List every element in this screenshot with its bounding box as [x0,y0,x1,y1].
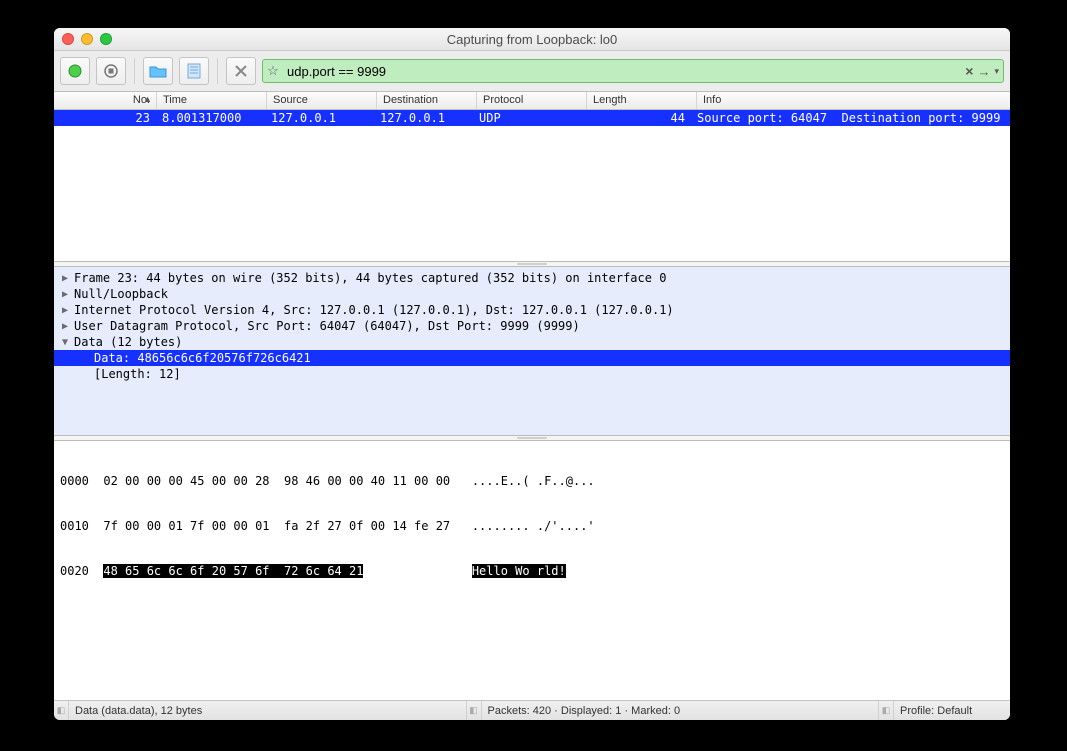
open-file-button[interactable] [143,57,173,85]
pane-splitter[interactable] [54,435,1010,441]
status-packet-counts: Packets: 420 · Displayed: 1 · Marked: 0 [482,705,879,717]
cell-no: 23 [54,111,156,125]
tree-item-data[interactable]: ▼Data (12 bytes) [54,334,1010,350]
window-title: Capturing from Loopback: lo0 [447,32,618,47]
toolbar-separator [217,58,218,84]
ascii-selection: rld! [537,564,566,578]
packet-row[interactable]: 23 8.001317000 127.0.0.1 127.0.0.1 UDP 4… [54,110,1010,126]
start-capture-button[interactable] [60,57,90,85]
clear-filter-icon[interactable]: × [965,63,973,79]
traffic-lights [62,33,112,45]
filter-dropdown-icon[interactable]: ▾ [994,66,999,77]
status-profile[interactable]: Profile: Default [894,705,1010,717]
expert-info-button[interactable]: ◧ [54,701,69,720]
zoom-window-button[interactable] [100,33,112,45]
cell-dst: 127.0.0.1 [374,111,473,125]
main-toolbar: ☆ × → ▾ [54,51,1010,92]
column-no[interactable]: No.▲ [54,92,157,109]
cell-info: Source port: 64047 Destination port: 999… [691,111,1010,125]
minimize-window-button[interactable] [81,33,93,45]
display-filter[interactable]: ☆ × → ▾ [262,59,1004,83]
column-source[interactable]: Source [267,92,377,109]
status-separator: ◧ [878,701,894,720]
tree-item-loopback[interactable]: ▶Null/Loopback [54,286,1010,302]
disclosure-right-icon[interactable]: ▶ [62,305,74,316]
status-bar: ◧ Data (data.data), 12 bytes ◧ Packets: … [54,700,1010,720]
hex-row[interactable]: 0020 48 65 6c 6c 6f 20 57 6f 72 6c 64 21… [60,563,1004,580]
status-field-info: Data (data.data), 12 bytes [69,705,466,717]
status-separator: ◧ [466,701,482,720]
tree-item-data-length[interactable]: [Length: 12] [54,366,1010,382]
sort-asc-icon: ▲ [143,94,152,104]
close-window-button[interactable] [62,33,74,45]
filter-controls: × → ▾ [965,63,1001,79]
save-file-button[interactable] [179,57,209,85]
app-window: Capturing from Loopback: lo0 ☆ × → ▾ [54,28,1010,720]
stop-capture-button[interactable] [96,57,126,85]
apply-filter-icon[interactable]: → [977,64,990,79]
column-protocol[interactable]: Protocol [477,92,587,109]
column-length[interactable]: Length [587,92,697,109]
column-time[interactable]: Time [157,92,267,109]
column-info[interactable]: Info [697,92,1010,109]
toolbar-separator [134,58,135,84]
packet-details-tree[interactable]: ▶Frame 23: 44 bytes on wire (352 bits), … [54,267,1010,435]
tree-item-data-hex[interactable]: Data: 48656c6c6f20576f726c6421 [54,350,1010,366]
cell-src: 127.0.0.1 [265,111,374,125]
packet-list[interactable]: 23 8.001317000 127.0.0.1 127.0.0.1 UDP 4… [54,110,1010,261]
cell-time: 8.001317000 [156,111,265,125]
cell-len: 44 [582,111,691,125]
column-destination[interactable]: Destination [377,92,477,109]
display-filter-input[interactable] [285,63,961,80]
packet-bytes-pane[interactable]: 0000 02 00 00 00 45 00 00 28 98 46 00 00… [54,441,1010,700]
cell-pro: UDP [473,111,582,125]
pane-splitter[interactable] [54,261,1010,267]
close-file-button[interactable] [226,57,256,85]
disclosure-down-icon[interactable]: ▼ [62,337,74,348]
tree-item-ip[interactable]: ▶Internet Protocol Version 4, Src: 127.0… [54,302,1010,318]
packet-list-header: No.▲ Time Source Destination Protocol Le… [54,92,1010,110]
hex-row[interactable]: 0000 02 00 00 00 45 00 00 28 98 46 00 00… [60,473,1004,490]
hex-selection: 48 65 6c 6c 6f 20 57 6f 72 6c 64 21 [103,564,363,578]
titlebar: Capturing from Loopback: lo0 [54,28,1010,51]
tree-item-udp[interactable]: ▶User Datagram Protocol, Src Port: 64047… [54,318,1010,334]
disclosure-right-icon[interactable]: ▶ [62,321,74,332]
bookmark-filter-icon[interactable]: ☆ [265,63,281,79]
hex-row[interactable]: 0010 7f 00 00 01 7f 00 00 01 fa 2f 27 0f… [60,518,1004,535]
disclosure-right-icon[interactable]: ▶ [62,289,74,300]
disclosure-right-icon[interactable]: ▶ [62,273,74,284]
tree-item-frame[interactable]: ▶Frame 23: 44 bytes on wire (352 bits), … [54,270,1010,286]
ascii-selection: Hello Wo [472,564,537,578]
